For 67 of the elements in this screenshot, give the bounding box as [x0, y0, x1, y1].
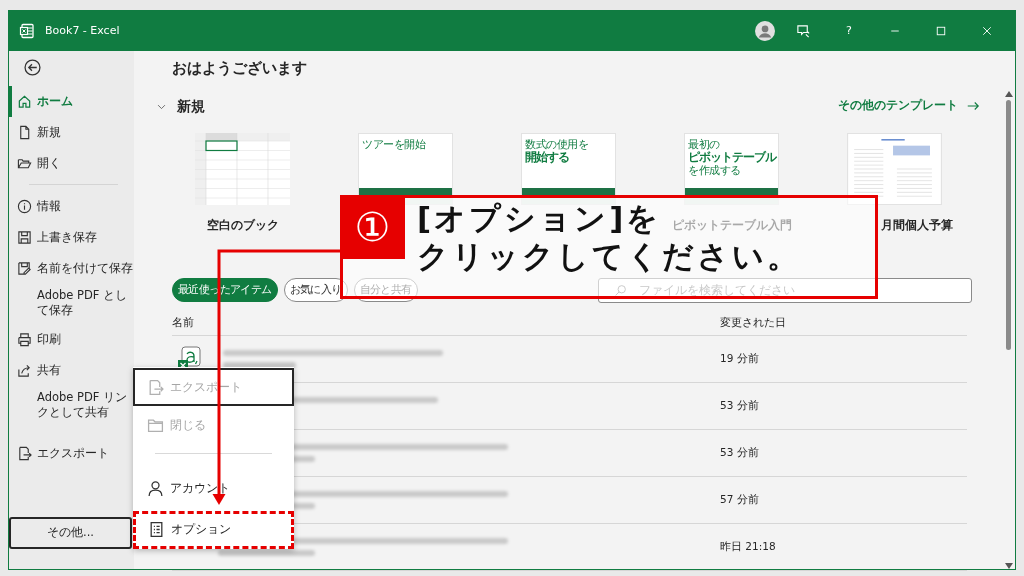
window-title: Book7 - Excel — [45, 22, 120, 39]
section-heading: 新規 — [177, 96, 205, 116]
back-icon — [24, 59, 41, 76]
export-icon — [147, 378, 164, 396]
sidebar-item[interactable]: 情報 — [9, 191, 134, 222]
sidebar-item[interactable]: 名前を付けて保存 — [9, 253, 134, 284]
scrollbar-thumb[interactable] — [1006, 100, 1011, 350]
avatar-icon — [755, 21, 775, 41]
feedback-icon — [795, 23, 811, 39]
modified-date: 53 分前 — [720, 444, 759, 460]
sidebar-item[interactable]: Adobe PDF リンクとして共有 — [9, 385, 134, 426]
folder-icon — [17, 156, 32, 171]
maximize-icon — [935, 25, 947, 37]
template-thumbnail[interactable]: ツアーを開始 — [358, 132, 453, 205]
column-header[interactable]: 変更された日 — [720, 315, 786, 328]
template-label: ピボットテーブル入門 — [671, 216, 792, 234]
person-icon — [147, 480, 164, 498]
thumbnail-text: 最初の — [688, 138, 720, 151]
modified-date: 昨日 21:18 — [720, 538, 776, 554]
thumbnail-text: 開始する — [525, 151, 569, 165]
share-icon — [17, 362, 32, 378]
sidebar-item[interactable]: 印刷 — [9, 323, 134, 355]
help-button[interactable]: ? — [831, 17, 867, 45]
close-icon — [981, 25, 993, 37]
save-as-icon — [17, 261, 32, 276]
home-icon — [17, 94, 32, 109]
excel-logo-icon — [19, 23, 35, 39]
arrow-right-icon — [966, 99, 980, 113]
filter-tab[interactable]: お気に入り — [283, 278, 348, 303]
document-icon — [17, 125, 32, 140]
template-thumbnail[interactable]: 最初の ピボットテーブル を作成する — [684, 132, 779, 205]
sidebar-item[interactable]: エクスポート — [9, 437, 134, 469]
scroll-down-icon[interactable] — [1004, 563, 1013, 569]
template-thumbnail[interactable]: 数式の使用を 開始する — [521, 132, 616, 205]
sidebar-item[interactable]: 共有 — [9, 354, 134, 386]
template-label: 空白のブック — [206, 216, 279, 234]
step-number: ① — [340, 195, 405, 259]
budget-thumbnail-drawing[interactable] — [847, 132, 942, 205]
more-button[interactable]: その他... — [9, 517, 132, 549]
spreadsheet-thumbnail-drawing[interactable] — [195, 132, 290, 205]
options-icon — [148, 521, 165, 539]
callout-text: クリックしてください。 — [417, 237, 801, 276]
export-icon — [17, 445, 32, 461]
info-icon — [17, 199, 32, 214]
sidebar-item[interactable]: Adobe PDF として保存 — [9, 284, 134, 324]
menu-item[interactable]: アカウント — [133, 469, 294, 508]
modified-date: 53 分前 — [720, 397, 759, 413]
sidebar-item[interactable]: 開く — [9, 148, 134, 179]
thumbnail-text: ピボットテーブル — [688, 151, 776, 165]
scroll-up-icon[interactable] — [1004, 91, 1013, 97]
save-icon — [17, 230, 32, 245]
modified-date: 19 分前 — [720, 350, 759, 366]
filter-tab[interactable]: 最近使ったアイテム — [172, 278, 278, 303]
column-header[interactable]: 名前 — [172, 315, 194, 328]
greeting-heading: おはようございます — [172, 58, 308, 79]
sidebar-item[interactable]: ホーム — [9, 86, 134, 117]
thumbnail-text: ツアーを開始 — [362, 138, 426, 152]
sidebar-item[interactable]: 新規 — [9, 117, 134, 148]
modified-date: 57 分前 — [720, 491, 759, 507]
template-label: 月間個人予算 — [880, 216, 953, 234]
thumbnail-text: を作成する — [688, 164, 741, 178]
printer-icon — [17, 331, 32, 347]
more-templates-link[interactable]: その他のテンプレート — [832, 96, 986, 116]
thumbnail-text: 数式の使用を — [525, 138, 589, 151]
search-icon — [613, 283, 627, 297]
sidebar-item[interactable]: 上書き保存 — [9, 222, 134, 253]
menu-item[interactable]: オプション — [133, 510, 294, 549]
